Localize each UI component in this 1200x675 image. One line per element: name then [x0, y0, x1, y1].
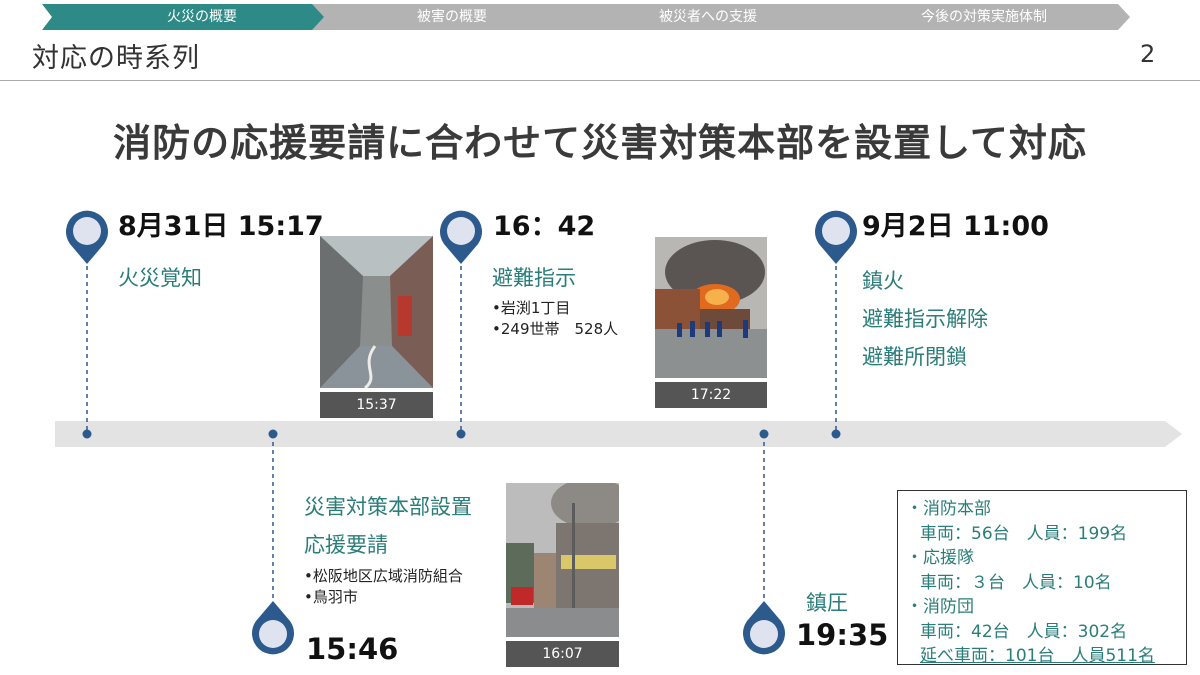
bullet-item: •249世帯 528人	[492, 320, 619, 338]
event3-time: 9月2日 11:00	[862, 211, 1049, 242]
location-pin-icon	[252, 601, 294, 655]
photo-fire-caption: 17:22	[655, 382, 767, 408]
event2-time: 16：42	[493, 211, 596, 242]
photo-arcade-image	[320, 236, 433, 390]
event4-line: 応援要請	[304, 533, 388, 557]
timeline-dot	[82, 429, 92, 439]
location-pin-icon	[440, 210, 482, 264]
bullet-item: •松阪地区広域消防組合	[304, 567, 463, 585]
event3-line: 避難所閉鎖	[862, 345, 967, 369]
event4-bullets: •松阪地区広域消防組合 •鳥羽市	[304, 566, 463, 608]
resource-org: ・消防本部	[906, 499, 991, 519]
resource-detail: 車両：56台 人員：199名	[920, 523, 1128, 544]
event3-lines: 鎮火 避難指示解除 避難所閉鎖	[862, 262, 988, 376]
photo-arcade-caption: 15:37	[320, 392, 433, 418]
resource-total: 延べ車両：101台 人員511名	[920, 646, 1155, 666]
bullet-item: •鳥羽市	[304, 588, 358, 606]
event3-line: 鎮火	[862, 269, 904, 293]
photo-fire-image	[655, 237, 767, 378]
timeline-dot	[759, 429, 769, 439]
event1-label: 火災覚知	[118, 266, 202, 290]
event5-label: 鎮圧	[806, 591, 848, 615]
event4-lines: 災害対策本部設置 応援要請	[304, 488, 472, 564]
photo-fire: 17:22	[655, 237, 767, 408]
location-pin-icon	[66, 210, 108, 264]
timeline-dot	[456, 429, 466, 439]
event4-time: 15:46	[306, 632, 399, 666]
resource-org: ・消防団	[906, 597, 974, 617]
location-pin-icon	[815, 210, 857, 264]
resource-org: ・応援隊	[906, 548, 974, 568]
timeline-dot	[831, 429, 841, 439]
resources-box: ・消防本部 車両：56台 人員：199名 ・応援隊 車両：３台 人員：10名 ・…	[897, 490, 1187, 666]
photo-street-image	[506, 478, 631, 637]
photo-arcade: 15:37	[320, 236, 433, 418]
event4-line: 災害対策本部設置	[304, 495, 472, 519]
photo-street: 16:07	[506, 478, 631, 667]
resource-detail: 車両：３台 人員：10名	[920, 572, 1112, 593]
timeline-arrow	[55, 421, 1182, 447]
timeline-dot	[268, 429, 278, 439]
event5-time: 19:35	[796, 618, 889, 652]
location-pin-icon	[742, 601, 785, 655]
event2-label: 避難指示	[492, 266, 576, 290]
bullet-item: •岩渕1丁目	[492, 299, 571, 317]
photo-street-caption: 16:07	[506, 641, 619, 667]
resource-detail: 車両：42台 人員：302名	[920, 621, 1128, 642]
event2-bullets: •岩渕1丁目 •249世帯 528人	[492, 298, 618, 340]
event3-line: 避難指示解除	[862, 307, 988, 331]
event1-time: 8月31日 15:17	[118, 211, 324, 242]
